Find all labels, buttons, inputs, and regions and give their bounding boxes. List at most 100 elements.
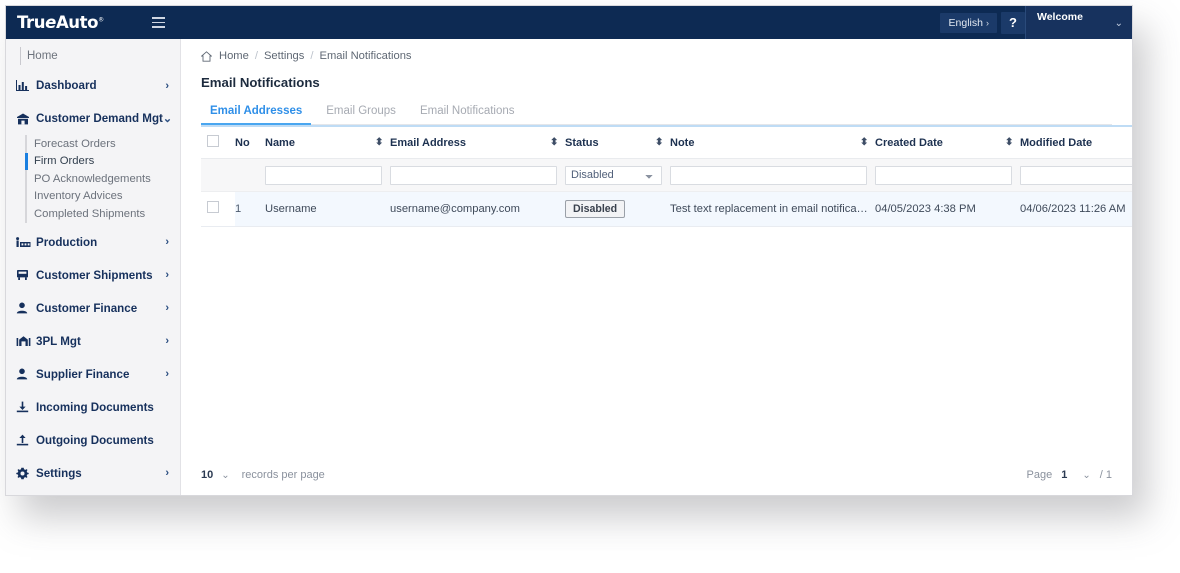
sidebar-subitem-label: Completed Shipments — [34, 207, 146, 220]
sort-icon[interactable]: ⬍ — [860, 137, 869, 148]
tab-email-groups[interactable]: Email Groups — [317, 105, 405, 124]
user-menu[interactable]: Welcome ⌄ — [1025, 6, 1132, 39]
sidebar-item-label: Outgoing Documents — [36, 433, 154, 447]
download-icon — [16, 401, 36, 413]
sidebar-item-dashboard[interactable]: Dashboard › — [6, 69, 180, 102]
hamburger-bar — [151, 17, 165, 19]
sidebar-item-label: Customer Demand Mgt — [36, 112, 163, 125]
sort-icon[interactable]: ⬍ — [550, 137, 559, 148]
language-selector[interactable]: English › — [939, 12, 997, 33]
page-title: Email Notifications — [201, 75, 320, 90]
hamburger-bar — [151, 21, 165, 24]
page-number-value[interactable]: 1 — [1061, 469, 1067, 481]
table-footer: 10 ⌄ records per page Page 1 ⌄ / 1 — [201, 459, 1112, 495]
sort-icon[interactable]: ⬍ — [1005, 137, 1014, 148]
chevron-right-icon: › — [165, 368, 169, 380]
cell-modified-date: 04/06/2023 11:26 AM — [1020, 191, 1132, 227]
table-header-row: No Name ⬍ Email Address ⬍ Status ⬍ Note … — [201, 125, 1132, 159]
filter-input-modified-date[interactable] — [1020, 165, 1132, 185]
table-header: No Name ⬍ Email Address ⬍ Status ⬍ Note … — [201, 125, 1132, 159]
sidebar-subitem-label: Firm Orders — [34, 155, 95, 168]
cell-created-date: 04/05/2023 4:38 PM — [875, 191, 1020, 227]
tab-email-addresses[interactable]: Email Addresses — [201, 105, 312, 125]
column-label: Note — [670, 136, 695, 149]
sidebar-item-customer-demand-mgt[interactable]: Customer Demand Mgt ⌄ — [6, 102, 180, 135]
sidebar-item-customer-shipments[interactable]: Customer Shipments › — [6, 259, 180, 292]
page-label: Page — [1026, 469, 1053, 481]
breadcrumb-item-settings[interactable]: Settings — [264, 50, 304, 62]
sidebar-item-label: Customer Shipments — [36, 268, 153, 282]
warehouse-icon — [16, 335, 36, 347]
sidebar-subitem-inventory-advices[interactable]: Inventory Advices — [6, 187, 180, 206]
sidebar-item-customer-finance[interactable]: Customer Finance › — [6, 292, 180, 325]
filter-input-email[interactable] — [390, 165, 557, 185]
filter-input-note[interactable] — [670, 165, 867, 185]
column-header-email-address[interactable]: Email Address ⬍ — [390, 125, 565, 159]
sidebar-item-outgoing-documents[interactable]: Outgoing Documents — [6, 424, 180, 457]
chevron-right-icon: › — [165, 79, 169, 92]
filter-input-created-date[interactable] — [875, 165, 1012, 185]
row-checkbox[interactable] — [207, 201, 219, 213]
sidebar-item-supplier-finance[interactable]: Supplier Finance › — [6, 358, 180, 391]
sidebar-subitem-completed-shipments[interactable]: Completed Shipments — [6, 205, 180, 223]
cell-no: 1 — [235, 191, 265, 227]
sort-icon[interactable]: ⬍ — [375, 137, 384, 148]
hamburger-bar — [151, 26, 165, 28]
hamburger-icon[interactable] — [141, 6, 175, 39]
logo-swirl: e — [45, 13, 56, 32]
breadcrumb-item-home[interactable]: Home — [219, 50, 249, 62]
table-row[interactable]: 1 Username username@company.com Disabled… — [201, 191, 1132, 227]
app-logo[interactable]: TrueAuto® — [6, 6, 141, 39]
sidebar-item-label: Customer Finance — [36, 301, 138, 315]
top-navigation-bar: TrueAuto® English › ? Welcome ⌄ — [6, 6, 1132, 39]
column-header-status[interactable]: Status ⬍ — [565, 125, 670, 159]
column-label: Modified Date — [1020, 136, 1093, 149]
column-header-created-date[interactable]: Created Date ⬍ — [875, 125, 1020, 159]
chevron-down-icon[interactable]: ⌄ — [1082, 470, 1090, 481]
breadcrumb-separator: / — [310, 50, 314, 62]
sidebar-item-label: Home — [27, 50, 58, 62]
sidebar-submenu-customer-demand-mgt: Forecast Orders Firm Orders PO Acknowled… — [6, 135, 180, 226]
column-header-modified-date[interactable]: Modified Date ⬍ — [1020, 125, 1132, 159]
column-label: Status — [565, 136, 599, 149]
filter-input-name[interactable] — [265, 165, 382, 185]
filter-cell-email — [390, 158, 565, 192]
help-button[interactable]: ? — [1001, 11, 1025, 34]
language-label: English — [948, 16, 983, 29]
sidebar-item-production[interactable]: Production › — [6, 226, 180, 259]
chevron-right-icon: › — [165, 236, 169, 248]
status-badge[interactable]: Disabled — [565, 199, 626, 218]
logo-registered-mark: ® — [98, 16, 104, 24]
column-header-name[interactable]: Name ⬍ — [265, 125, 390, 159]
sidebar-item-settings[interactable]: Settings › — [6, 457, 180, 490]
select-all-checkbox[interactable] — [207, 135, 219, 147]
sidebar-subitem-forecast-orders[interactable]: Forecast Orders — [6, 135, 180, 153]
chevron-right-icon: › — [165, 302, 169, 314]
sidebar-item-incoming-documents[interactable]: Incoming Documents — [6, 391, 180, 424]
tab-label: Email Addresses — [210, 105, 303, 117]
sidebar-subitem-po-acknowledgements[interactable]: PO Acknowledgements — [6, 170, 180, 188]
welcome-label: Welcome — [1037, 11, 1083, 23]
table-empty-space — [201, 226, 1112, 459]
sort-icon[interactable]: ⬍ — [655, 137, 664, 148]
records-per-page-label: records per page — [241, 469, 325, 481]
chevron-right-icon: › — [165, 269, 169, 281]
tab-email-notifications[interactable]: Email Notifications — [411, 105, 524, 124]
sidebar-item-label: Settings — [36, 466, 82, 480]
filter-select-status[interactable]: Disabled — [565, 165, 662, 185]
sidebar-item-home[interactable]: Home — [6, 43, 180, 69]
column-label: Email Address — [390, 136, 467, 149]
breadcrumb-item-email-notifications[interactable]: Email Notifications — [320, 50, 412, 62]
breadcrumb-separator: / — [254, 50, 258, 62]
column-header-note[interactable]: Note ⬍ — [670, 125, 875, 159]
sidebar-subitem-firm-orders[interactable]: Firm Orders — [6, 152, 180, 171]
sidebar-item-3pl-mgt[interactable]: 3PL Mgt › — [6, 325, 180, 358]
cell-name: Username — [265, 191, 390, 227]
sidebar-subitem-label: Inventory Advices — [34, 190, 123, 203]
records-per-page-control[interactable]: 10 ⌄ records per page — [201, 469, 325, 481]
chevron-down-icon[interactable]: ⌄ — [221, 470, 229, 481]
sidebar-item-label: Supplier Finance — [36, 367, 130, 381]
table-filter-row: Disabled — [201, 158, 1132, 192]
sidebar-item-label: Dashboard — [36, 79, 97, 92]
